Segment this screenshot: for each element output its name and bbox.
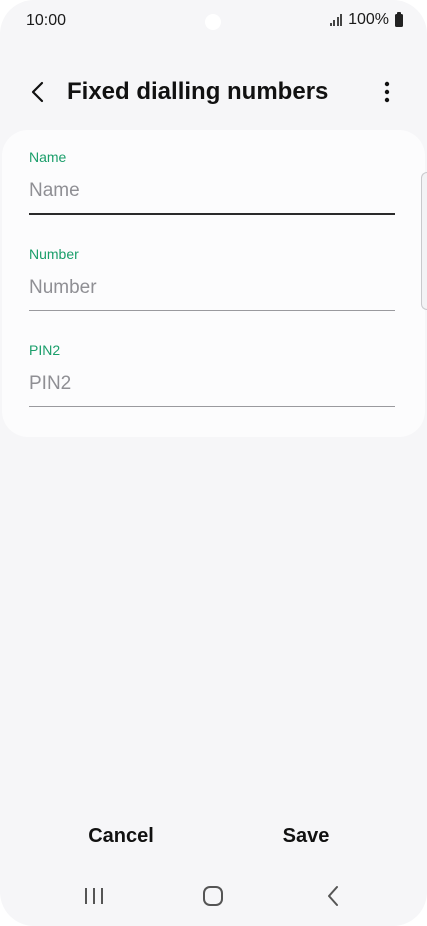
home-button[interactable] [191,878,235,914]
cancel-button[interactable]: Cancel [46,812,196,860]
name-input[interactable] [29,171,395,211]
number-label: Number [29,246,79,262]
recents-icon [85,888,103,904]
save-button[interactable]: Save [231,812,381,860]
phone-screen: 10:00 100% Fixed dialling numbers Name N… [0,0,427,926]
system-back-button[interactable] [311,878,355,914]
chevron-left-icon [31,81,44,103]
recents-button[interactable] [72,878,116,914]
form-card: Name Number PIN2 [2,130,425,437]
pin2-label: PIN2 [29,342,61,358]
more-vertical-icon [384,81,390,103]
camera-cutout [205,14,221,30]
page-title: Fixed dialling numbers [67,78,329,105]
battery-icon [395,11,403,27]
pin2-underline [29,406,395,407]
more-options-button[interactable] [371,76,403,108]
app-bar: Fixed dialling numbers [0,60,427,124]
number-input[interactable] [29,268,395,308]
battery-percentage: 100% [348,11,389,28]
bottom-actions: Cancel Save [0,812,427,860]
back-button[interactable] [22,76,54,108]
status-time: 10:00 [26,12,67,29]
scroll-indicator[interactable] [421,172,427,310]
signal-icon [329,14,343,26]
number-underline [29,310,395,311]
pin2-input[interactable] [29,364,395,404]
name-underline [29,213,395,215]
navigation-bar [0,872,427,920]
name-label: Name [29,149,67,165]
status-bar: 10:00 100% [0,0,427,44]
home-icon [203,886,223,906]
back-icon [328,886,338,906]
status-indicators: 100% [329,11,403,29]
